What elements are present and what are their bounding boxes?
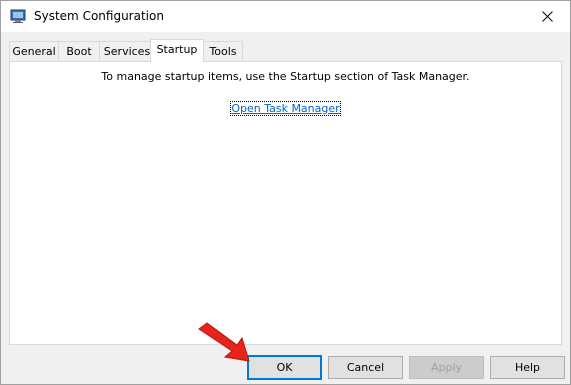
startup-panel: To manage startup items, use the Startup… xyxy=(9,61,562,345)
tab-general[interactable]: General xyxy=(9,41,59,61)
help-button[interactable]: Help xyxy=(490,356,565,379)
tab-label: Tools xyxy=(209,45,237,58)
apply-button[interactable]: Apply xyxy=(409,356,484,379)
tab-startup[interactable]: Startup xyxy=(150,39,204,62)
tab-boot[interactable]: Boot xyxy=(58,41,100,61)
startup-message: To manage startup items, use the Startup… xyxy=(101,70,470,83)
tab-label: Startup xyxy=(156,43,198,56)
close-button[interactable] xyxy=(524,1,570,32)
system-configuration-window: System Configuration General Boot Servic… xyxy=(0,0,571,385)
open-task-manager-link-row: Open Task Manager xyxy=(10,101,561,116)
title-bar: System Configuration xyxy=(1,1,570,32)
tab-tools[interactable]: Tools xyxy=(203,41,243,61)
open-task-manager-link[interactable]: Open Task Manager xyxy=(230,101,341,116)
cancel-button[interactable]: Cancel xyxy=(328,356,403,379)
tab-services[interactable]: Services xyxy=(99,41,155,61)
red-arrow-icon xyxy=(198,322,250,362)
system-configuration-icon xyxy=(10,9,26,23)
tab-label: General xyxy=(12,45,56,58)
close-icon xyxy=(541,11,553,22)
window-title: System Configuration xyxy=(34,9,164,23)
tab-label: Boot xyxy=(66,45,92,58)
tab-label: Services xyxy=(103,45,151,58)
ok-button[interactable]: OK xyxy=(247,355,322,380)
